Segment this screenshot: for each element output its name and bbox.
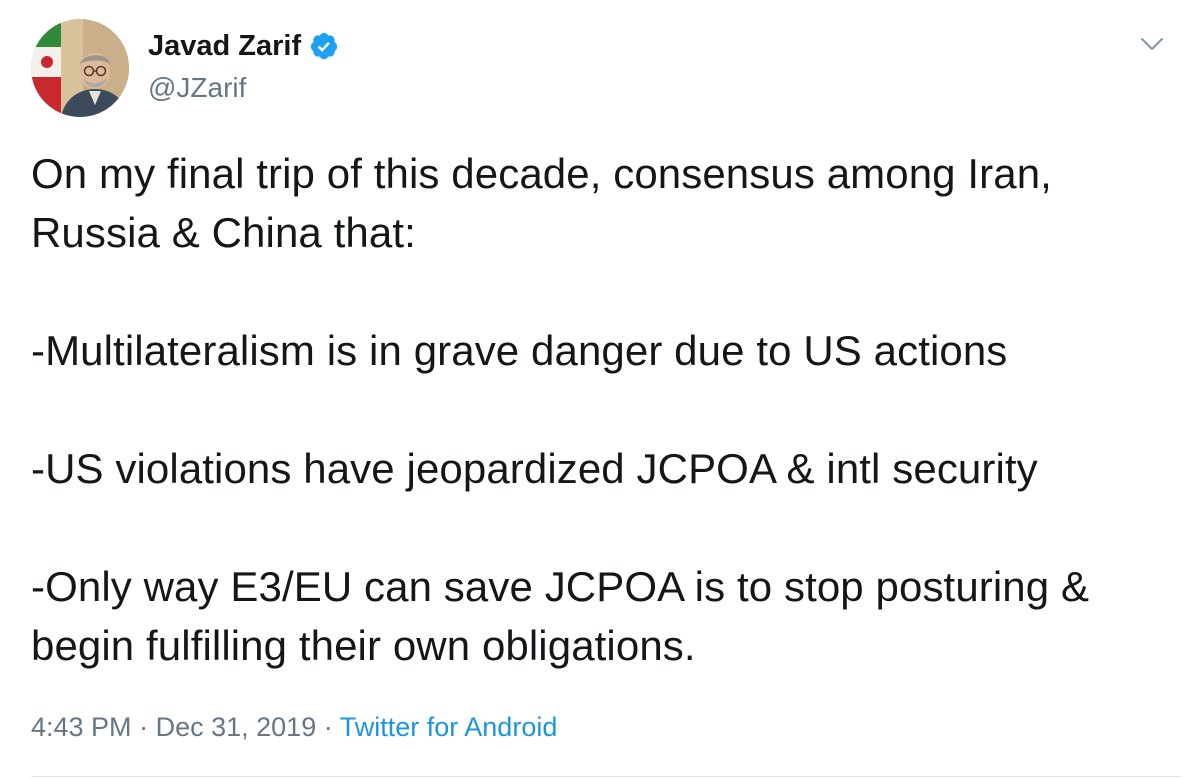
chevron-down-icon[interactable] (1138, 34, 1166, 54)
meta-separator: · (323, 712, 333, 742)
tweet-source-link[interactable]: Twitter for Android (340, 712, 558, 742)
tweet-date[interactable]: Dec 31, 2019 (156, 712, 317, 742)
avatar[interactable] (31, 19, 129, 117)
tweet-paragraph: -Only way E3/EU can save JCPOA is to sto… (31, 563, 1090, 669)
tweet-time[interactable]: 4:43 PM (31, 712, 132, 742)
divider (31, 776, 1181, 777)
display-name[interactable]: Javad Zarif (148, 28, 301, 64)
meta-separator: · (139, 712, 149, 742)
tweet-paragraph: On my final trip of this decade, consens… (31, 150, 1052, 256)
verified-badge-icon (309, 31, 339, 61)
tweet-paragraph: -US violations have jeopardized JCPOA & … (31, 445, 1038, 492)
tweet-text: On my final trip of this decade, consens… (31, 144, 1181, 675)
tweet-card: Javad Zarif @JZarif On my final trip of … (0, 0, 1196, 779)
tweet-paragraph: -Multilateralism is in grave danger due … (31, 327, 1008, 374)
user-handle[interactable]: @JZarif (148, 70, 246, 106)
tweet-meta: 4:43 PM · Dec 31, 2019 · Twitter for And… (31, 708, 557, 746)
name-row: Javad Zarif (148, 28, 339, 64)
